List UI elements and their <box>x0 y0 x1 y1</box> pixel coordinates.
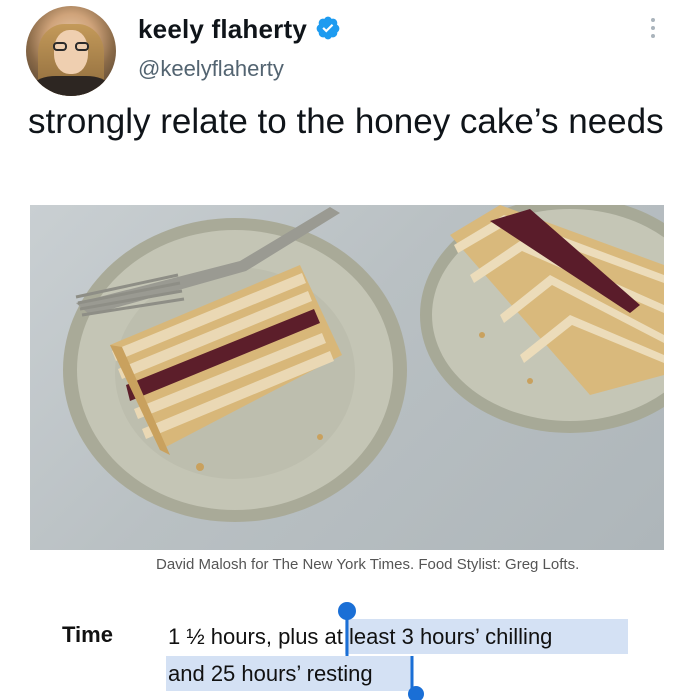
author-handle[interactable]: @keelyflaherty <box>138 56 284 82</box>
more-vertical-icon[interactable] <box>648 18 658 44</box>
photo-credit: David Malosh for The New York Times. Foo… <box>156 556 580 573</box>
selection-end-handle[interactable] <box>402 656 426 700</box>
author-avatar[interactable] <box>26 6 116 96</box>
time-label: Time <box>62 622 113 647</box>
honey-cake-illustration <box>63 205 664 522</box>
time-plain-text: 1 ½ hours, plus <box>168 624 319 649</box>
honey-cake-photo <box>30 205 664 550</box>
selection-start-handle[interactable] <box>336 600 358 656</box>
tweet-text: strongly relate to the honey cake’s need… <box>28 102 664 141</box>
time-selected-text-2: and 25 hours’ resting <box>168 661 373 686</box>
author-name[interactable]: keely flaherty <box>138 14 307 45</box>
time-line-1: 1 ½ hours, plus at least 3 hours’ chilli… <box>168 618 668 655</box>
tweet-card: keely flaherty @keelyflaherty strongly r… <box>0 0 700 205</box>
verified-badge-icon <box>316 16 340 40</box>
